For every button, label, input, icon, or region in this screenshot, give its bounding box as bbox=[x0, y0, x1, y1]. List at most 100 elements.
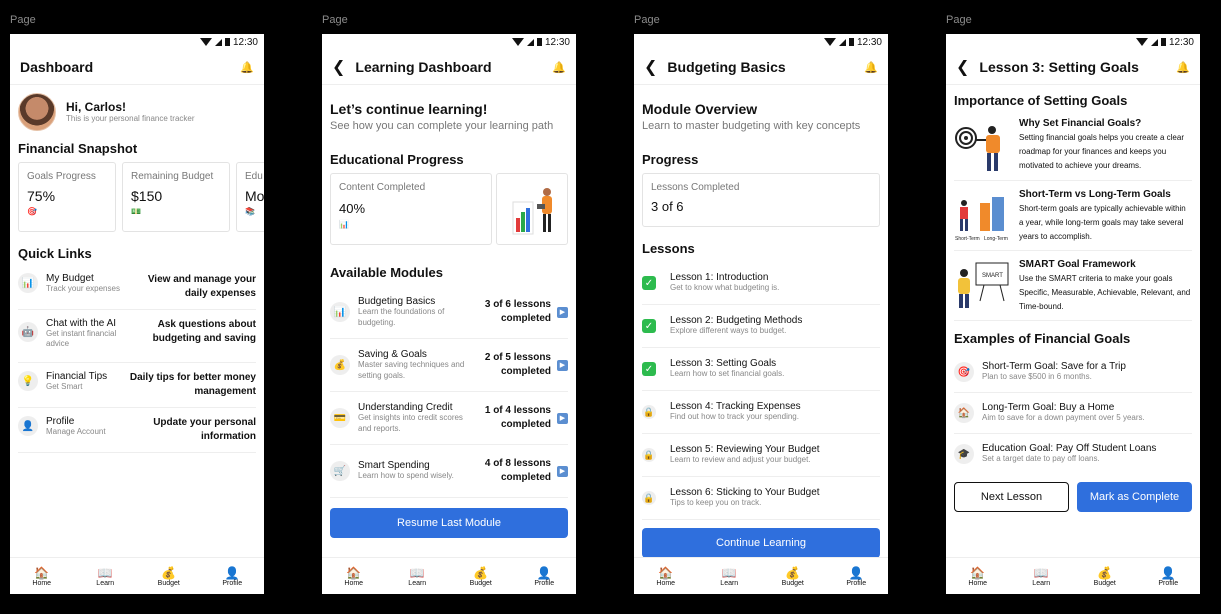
lesson-item[interactable]: 🔒 Lesson 4: Tracking Expenses Find out how… bbox=[642, 391, 880, 434]
nav-label: Budget bbox=[781, 579, 804, 587]
nav-profile[interactable]: 👤 Profile bbox=[1148, 566, 1188, 587]
link-title: Profile bbox=[46, 416, 75, 427]
education-card[interactable]: Edu Mo 📚 bbox=[236, 162, 264, 232]
status-bar: 12:30 bbox=[322, 34, 576, 50]
lesson-item[interactable]: ✓ Lesson 1: Introduction Get to know what … bbox=[642, 262, 880, 305]
continue-learning-button[interactable]: Continue Learning bbox=[642, 528, 880, 558]
lesson-item[interactable]: ✓ Lesson 2: Budgeting Methods Explore diff… bbox=[642, 305, 880, 348]
example-item[interactable]: 🎯 Short-Term Goal: Save for a Trip Plan … bbox=[954, 352, 1192, 393]
nav-label: Home bbox=[968, 579, 988, 587]
battery-icon bbox=[848, 38, 854, 46]
nav-profile[interactable]: 👤 Profile bbox=[524, 566, 564, 587]
lock-icon: 🔒 bbox=[642, 448, 656, 462]
resume-module-button[interactable]: Resume Last Module bbox=[330, 508, 568, 538]
nav-home[interactable]: 🏠 Home bbox=[646, 566, 686, 587]
module-item[interactable]: 📊 Budgeting Basics Learn the foundations… bbox=[330, 286, 568, 339]
example-item[interactable]: 🏠 Long-Term Goal: Buy a Home Aim to save… bbox=[954, 393, 1192, 434]
next-lesson-button[interactable]: Next Lesson bbox=[954, 482, 1070, 512]
example-subtitle: Set a target date to pay off loans. bbox=[982, 454, 1100, 464]
goals-progress-card[interactable]: Goals Progress 75% 🎯 bbox=[18, 162, 116, 232]
lesson-title: Lesson 6: Sticking to Your Budget bbox=[670, 487, 820, 499]
snapshot-cards: Goals Progress 75% 🎯 Remaining Budget $1… bbox=[18, 162, 264, 232]
mark-complete-button[interactable]: Mark as Complete bbox=[1077, 482, 1192, 512]
signal-icon bbox=[1150, 38, 1158, 46]
money-bag-icon: 💰 bbox=[473, 565, 489, 580]
card-label: Lessons Completed bbox=[651, 182, 740, 193]
battery-icon bbox=[1160, 38, 1166, 46]
card-value: 40% bbox=[339, 201, 366, 216]
module-item[interactable]: 💳 Understanding Credit Get insights into… bbox=[330, 392, 568, 445]
bell-icon[interactable]: 🔔 bbox=[240, 61, 254, 74]
card-value: 3 of 6 bbox=[651, 199, 684, 214]
play-icon[interactable]: ▶ bbox=[557, 412, 568, 424]
signal-icon bbox=[214, 38, 222, 46]
battery-icon bbox=[536, 38, 542, 46]
bell-icon[interactable]: 🔔 bbox=[1176, 61, 1190, 74]
examples-title: Examples of Financial Goals bbox=[954, 331, 1131, 346]
example-subtitle: Aim to save for a down payment over 5 ye… bbox=[982, 413, 1145, 423]
link-subtitle: Track your expenses bbox=[46, 284, 120, 293]
checkmark-icon: ✓ bbox=[642, 362, 656, 376]
lessons-completed-card[interactable]: Lessons Completed 3 of 6 bbox=[642, 173, 880, 227]
learner-illustration bbox=[496, 173, 568, 245]
lesson-item[interactable]: 🔒 Lesson 6: Sticking to Your Budget Tips t… bbox=[642, 477, 880, 520]
nav-learn[interactable]: 📖 Learn bbox=[397, 566, 437, 587]
nav-budget[interactable]: 💰 Budget bbox=[149, 566, 189, 587]
back-icon[interactable]: ❮ bbox=[956, 57, 969, 77]
nav-profile[interactable]: 👤 Profile bbox=[212, 566, 252, 587]
app-bar: ❮ Budgeting Basics 🔔 bbox=[634, 50, 888, 85]
example-title: Long-Term Goal: Buy a Home bbox=[982, 402, 1115, 414]
nav-home[interactable]: 🏠 Home bbox=[958, 566, 998, 587]
nav-home[interactable]: 🏠 Home bbox=[22, 566, 62, 587]
home-icon: 🏠 bbox=[970, 565, 986, 580]
avatar[interactable] bbox=[18, 93, 56, 131]
lesson-subtitle: Learn how to set financial goals. bbox=[670, 369, 785, 379]
module-item[interactable]: 💰 Saving & Goals Master saving technique… bbox=[330, 339, 568, 392]
page-title: Budgeting Basics bbox=[667, 59, 786, 75]
quick-link-profile[interactable]: 👤 Profile Manage Account Update your per… bbox=[18, 408, 256, 453]
lock-icon: 🔒 bbox=[642, 491, 656, 505]
back-icon[interactable]: ❮ bbox=[644, 57, 657, 77]
link-title: Chat with the AI bbox=[46, 318, 117, 329]
content-completed-card[interactable]: Content Completed 40% 📊 bbox=[330, 173, 492, 245]
back-icon[interactable]: ❮ bbox=[332, 57, 345, 77]
nav-budget[interactable]: 💰 Budget bbox=[1085, 566, 1125, 587]
nav-home[interactable]: 🏠 Home bbox=[334, 566, 374, 587]
wifi-icon bbox=[511, 38, 524, 46]
link-subtitle: Manage Account bbox=[46, 427, 106, 436]
nav-profile[interactable]: 👤 Profile bbox=[836, 566, 876, 587]
target-illustration bbox=[955, 126, 1000, 171]
status-time: 12:30 bbox=[1168, 36, 1194, 48]
bell-icon[interactable]: 🔔 bbox=[864, 61, 878, 74]
nav-budget[interactable]: 💰 Budget bbox=[773, 566, 813, 587]
example-item[interactable]: 🎓 Education Goal: Pay Off Student Loans … bbox=[954, 434, 1192, 474]
remaining-budget-card[interactable]: Remaining Budget $150 💵 bbox=[122, 162, 230, 232]
quick-link-tips[interactable]: 💡 Financial Tips Get Smart Daily tips fo… bbox=[18, 363, 256, 408]
cart-icon: 🛒 bbox=[330, 461, 350, 481]
nav-budget[interactable]: 💰 Budget bbox=[461, 566, 501, 587]
money-bag-icon: 💰 bbox=[1097, 565, 1113, 580]
user-icon: 👤 bbox=[536, 565, 552, 580]
lesson-screen: 12:30 ❮ Lesson 3: Setting Goals 🔔 Import… bbox=[946, 34, 1200, 594]
bell-icon[interactable]: 🔔 bbox=[552, 61, 566, 74]
play-icon[interactable]: ▶ bbox=[557, 465, 568, 477]
lesson-item[interactable]: 🔒 Lesson 5: Reviewing Your Budget Learn to… bbox=[642, 434, 880, 477]
nav-label: Budget bbox=[469, 579, 492, 587]
modules-list: 📊 Budgeting Basics Learn the foundations… bbox=[330, 286, 568, 498]
module-item[interactable]: 🛒 Smart Spending Learn how to spend wise… bbox=[330, 445, 568, 498]
quick-link-budget[interactable]: 📊 My Budget Track your expenses View and… bbox=[18, 267, 256, 310]
play-icon[interactable]: ▶ bbox=[557, 306, 568, 318]
budgeting-basics-screen: 12:30 ❮ Budgeting Basics 🔔 Module Overvi… bbox=[634, 34, 888, 594]
quick-link-chat[interactable]: 🤖 Chat with the AI Get instant financial… bbox=[18, 310, 256, 363]
nav-learn[interactable]: 📖 Learn bbox=[85, 566, 125, 587]
nav-label: Budget bbox=[1093, 579, 1116, 587]
nav-learn[interactable]: 📖 Learn bbox=[1021, 566, 1061, 587]
lesson-actions: Next Lesson Mark as Complete bbox=[954, 482, 1192, 512]
nav-learn[interactable]: 📖 Learn bbox=[709, 566, 749, 587]
lesson-item[interactable]: ✓ Lesson 3: Setting Goals Learn how to set… bbox=[642, 348, 880, 391]
progress-title: Educational Progress bbox=[330, 152, 464, 167]
example-title: Short-Term Goal: Save for a Trip bbox=[982, 361, 1126, 373]
topic-body: Short-term goals are typically achievabl… bbox=[1019, 204, 1186, 241]
play-icon[interactable]: ▶ bbox=[557, 359, 568, 371]
page-title: Dashboard bbox=[20, 59, 94, 75]
